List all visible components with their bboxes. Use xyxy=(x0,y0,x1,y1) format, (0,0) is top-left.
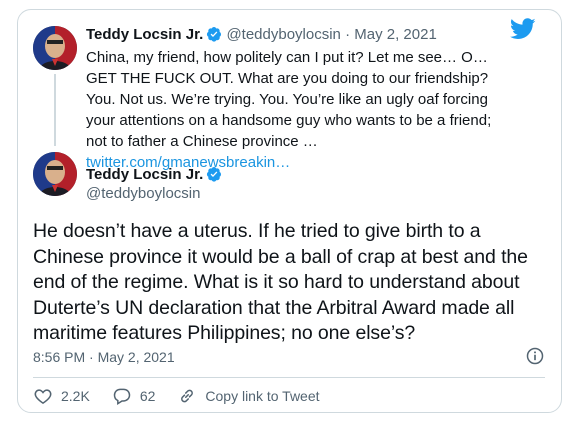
display-name[interactable]: Teddy Locsin Jr. xyxy=(86,26,203,43)
tweet-text: He doesn’t have a uterus. If he tried to… xyxy=(33,220,528,344)
copy-link-button[interactable]: Copy link to Tweet xyxy=(177,386,320,406)
avatar[interactable] xyxy=(33,26,77,70)
thread-connector-line xyxy=(54,74,56,146)
link-icon xyxy=(181,389,194,403)
like-count: 2.2K xyxy=(61,388,90,404)
handle[interactable]: @teddyboylocsin xyxy=(86,185,200,202)
avatar[interactable] xyxy=(33,152,77,196)
verified-badge-icon xyxy=(207,167,222,182)
copy-link-label: Copy link to Tweet xyxy=(205,388,320,404)
profile-photo xyxy=(33,26,77,70)
like-button[interactable]: 2.2K xyxy=(33,386,90,406)
twitter-bird-icon[interactable] xyxy=(510,18,536,40)
quoted-tweet-header: Teddy Locsin Jr. @teddyboylocsin · May 2… xyxy=(86,25,437,44)
separator-dot: · xyxy=(345,26,351,43)
verified-badge-icon xyxy=(207,27,222,42)
reply-icon xyxy=(113,388,131,406)
tweet-date[interactable]: May 2, 2021 xyxy=(354,26,437,43)
heart-icon xyxy=(34,389,52,404)
handle[interactable]: @teddyboylocsin xyxy=(226,26,340,43)
reply-count: 62 xyxy=(139,388,156,404)
tweet-actions: 2.2K 62 Copy link to Tweet xyxy=(33,386,342,406)
quoted-tweet-body: China, my friend, how politely can I put… xyxy=(86,49,492,150)
main-tweet-header: Teddy Locsin Jr. xyxy=(86,165,222,184)
divider xyxy=(33,377,545,378)
tweet-timestamp[interactable]: 8:56 PM · May 2, 2021 xyxy=(33,349,175,365)
reply-button[interactable]: 62 xyxy=(112,386,156,406)
profile-photo xyxy=(33,152,77,196)
info-icon[interactable] xyxy=(525,346,545,366)
quoted-tweet-text: China, my friend, how politely can I put… xyxy=(86,47,506,173)
display-name[interactable]: Teddy Locsin Jr. xyxy=(86,166,203,183)
